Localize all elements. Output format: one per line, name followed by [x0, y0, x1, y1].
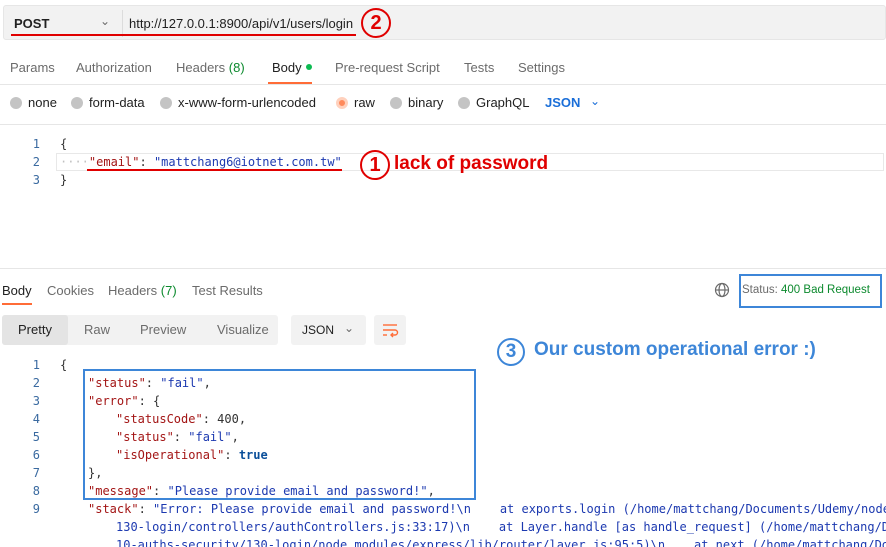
view-preview-button[interactable]: Preview: [140, 322, 186, 337]
line-number: 6: [32, 448, 40, 462]
radio-binary[interactable]: binary: [390, 95, 443, 110]
tab-body-label: Body: [272, 60, 302, 75]
stack-line-1: "Error: Please provide email and passwor…: [153, 502, 886, 516]
stack-line-3: 10-auths-security/130-login/node_modules…: [116, 538, 886, 547]
tab-headers-count: (8): [228, 60, 245, 75]
radio-none[interactable]: none: [10, 95, 57, 110]
view-raw-button[interactable]: Raw: [84, 322, 110, 337]
globe-icon[interactable]: [714, 282, 730, 298]
code-close-brace: }: [60, 173, 68, 187]
request-body-editor[interactable]: 1 2 3 { ····"email": "mattchang6@iotnet.…: [0, 124, 886, 269]
divider: [122, 10, 123, 37]
body-language-select[interactable]: JSON: [545, 95, 580, 110]
stack-key: "stack": [88, 502, 139, 516]
view-visualize-button[interactable]: Visualize: [217, 322, 269, 337]
radio-graphql[interactable]: GraphQL: [458, 95, 529, 110]
url-input[interactable]: http://127.0.0.1:8900/api/v1/users/login: [129, 16, 353, 31]
response-tab-headers[interactable]: Headers (7): [108, 283, 177, 298]
code-open-brace: {: [60, 137, 68, 151]
annotation-underline-method: [11, 34, 121, 36]
annotation-step-2-badge: 2: [361, 8, 391, 38]
stack-line-2: 130-login/controllers/authControllers.js…: [116, 520, 886, 534]
active-tab-indicator: [2, 303, 32, 305]
line-number: 2: [32, 376, 40, 390]
view-pretty-button[interactable]: Pretty: [18, 322, 52, 337]
radio-icon: [160, 97, 172, 109]
line-number: 8: [32, 484, 40, 498]
colon: :: [138, 502, 154, 516]
tab-params[interactable]: Params: [10, 60, 55, 75]
email-key: "email": [88, 155, 140, 169]
tab-headers-label: Headers: [176, 60, 226, 75]
radio-form-data-label: form-data: [89, 95, 145, 110]
wrap-lines-icon: [383, 324, 399, 338]
radio-icon: [10, 97, 22, 109]
code-open-brace: {: [60, 358, 68, 372]
response-tab-headers-label: Headers: [108, 283, 158, 298]
response-format-label: JSON: [302, 323, 335, 337]
body-indicator-dot-icon: [305, 64, 312, 70]
radio-none-label: none: [28, 95, 57, 110]
line-number: 4: [32, 412, 40, 426]
chevron-down-icon[interactable]: ⌄: [100, 14, 110, 28]
request-bar: POST ⌄ http://127.0.0.1:8900/api/v1/user…: [0, 0, 886, 44]
annotation-step-1-badge: 1: [360, 150, 390, 180]
email-value: "mattchang6@iotnet.com.tw": [153, 155, 342, 169]
radio-raw-label: raw: [354, 95, 375, 110]
response-status: Status: 400 Bad Request: [742, 284, 870, 296]
annotation-underline-url: [120, 34, 356, 36]
chevron-down-icon: ⌄: [344, 321, 355, 335]
tab-body[interactable]: Body: [272, 60, 312, 75]
chevron-down-icon[interactable]: ⌄: [590, 94, 600, 108]
radio-binary-label: binary: [408, 95, 444, 110]
annotation-error-highlight: [83, 369, 476, 500]
radio-urlencoded[interactable]: x-www-form-urlencoded: [160, 95, 316, 110]
line-number: 3: [32, 394, 40, 408]
response-tab-headers-count: (7): [160, 283, 177, 298]
tab-tests[interactable]: Tests: [464, 60, 494, 75]
line-number: 5: [32, 430, 40, 444]
line-number: 1: [32, 137, 40, 151]
divider: [0, 84, 886, 85]
code-line-stack: "stack": "Error: Please provide email an…: [88, 502, 886, 516]
annotation-underline-email: [87, 169, 342, 171]
line-number: 3: [32, 173, 40, 187]
status-value: 400 Bad Request: [781, 284, 870, 296]
radio-selected-icon: [336, 97, 348, 109]
response-tab-cookies[interactable]: Cookies: [47, 283, 94, 298]
code-line-email: ····"email": "mattchang6@iotnet.com.tw": [60, 155, 342, 169]
radio-graphql-label: GraphQL: [476, 95, 530, 110]
tab-pre-request-script[interactable]: Pre-request Script: [335, 60, 440, 75]
radio-raw[interactable]: raw: [336, 95, 375, 110]
method-select[interactable]: POST: [14, 16, 49, 31]
response-tab-test-results[interactable]: Test Results: [192, 283, 263, 298]
request-tabs: Params Authorization Headers (8) Body Pr…: [0, 52, 886, 82]
radio-icon: [458, 97, 470, 109]
annotation-step-1-text: lack of password: [394, 153, 549, 174]
wrap-lines-button[interactable]: [374, 315, 406, 345]
radio-icon: [390, 97, 402, 109]
annotation-step-3-badge: 3: [497, 338, 525, 366]
tab-headers[interactable]: Headers (8): [176, 60, 245, 75]
line-number: 2: [32, 155, 40, 169]
response-tab-body[interactable]: Body: [2, 283, 32, 298]
indent-guide: ····: [60, 155, 89, 169]
tab-settings[interactable]: Settings: [518, 60, 565, 75]
radio-form-data[interactable]: form-data: [71, 95, 145, 110]
line-number: 7: [32, 466, 40, 480]
line-number: 1: [32, 358, 40, 372]
tab-authorization[interactable]: Authorization: [76, 60, 152, 75]
radio-urlencoded-label: x-www-form-urlencoded: [178, 95, 316, 110]
radio-icon: [71, 97, 83, 109]
status-label: Status:: [742, 284, 778, 296]
line-number: 9: [32, 502, 40, 516]
annotation-step-3-text: Our custom operational error :): [534, 339, 816, 360]
colon: :: [139, 155, 154, 169]
